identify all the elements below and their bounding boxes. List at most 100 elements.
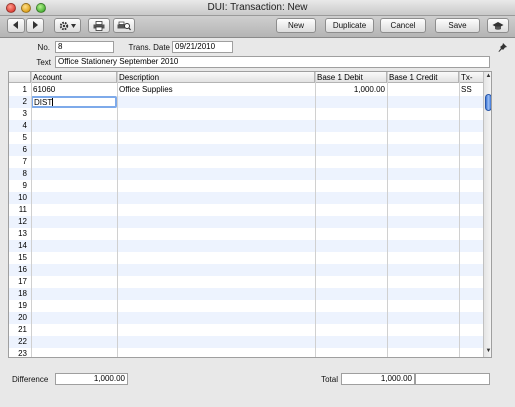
tax-code-cell[interactable] [459,252,483,264]
table-row[interactable]: 13 [9,228,483,240]
description-cell[interactable]: Office Supplies [117,84,315,96]
account-cell[interactable] [31,288,117,300]
debit-cell[interactable] [315,180,387,192]
debit-cell[interactable] [315,300,387,312]
tax-code-cell[interactable] [459,240,483,252]
table-row[interactable]: 1 61060 Office Supplies 1,000.00 SS [9,84,483,96]
debit-cell[interactable] [315,288,387,300]
tax-code-cell[interactable] [459,192,483,204]
credit-cell[interactable] [387,288,459,300]
credit-cell[interactable] [387,312,459,324]
tax-code-cell[interactable] [459,312,483,324]
debit-cell[interactable] [315,132,387,144]
account-cell[interactable] [31,348,117,357]
account-cell[interactable] [31,312,117,324]
table-row[interactable]: 14 [9,240,483,252]
account-cell[interactable] [31,108,117,120]
new-button[interactable]: New [276,18,316,33]
tax-code-cell[interactable] [459,324,483,336]
table-row[interactable]: 10 [9,192,483,204]
pushpin-icon[interactable] [497,42,508,55]
debit-cell[interactable] [315,156,387,168]
account-cell[interactable] [31,156,117,168]
description-cell[interactable] [117,216,315,228]
table-row[interactable]: 23 [9,348,483,357]
duplicate-button[interactable]: Duplicate [325,18,374,33]
column-header-account[interactable]: Account [31,72,117,83]
table-row[interactable]: 11 [9,204,483,216]
trans-date-field[interactable]: 09/21/2010 [172,41,233,53]
description-cell[interactable] [117,252,315,264]
description-cell[interactable] [117,348,315,357]
print-preview-button[interactable] [113,18,135,33]
personal-desktop-button[interactable] [487,18,509,33]
tax-code-cell[interactable] [459,108,483,120]
description-cell[interactable] [117,324,315,336]
previous-record-button[interactable] [7,18,25,33]
account-cell[interactable] [31,324,117,336]
description-cell[interactable] [117,120,315,132]
no-field[interactable]: 8 [55,41,114,53]
description-cell[interactable] [117,312,315,324]
account-cell[interactable]: 61060 [31,84,117,96]
tax-code-cell[interactable] [459,228,483,240]
description-cell[interactable] [117,204,315,216]
account-cell[interactable] [31,180,117,192]
credit-cell[interactable] [387,96,459,108]
tax-code-cell[interactable] [459,264,483,276]
operations-menu-button[interactable] [54,18,81,33]
debit-cell[interactable] [315,216,387,228]
table-row[interactable]: 18 [9,288,483,300]
account-cell[interactable] [31,216,117,228]
credit-cell[interactable] [387,348,459,357]
debit-cell[interactable] [315,276,387,288]
debit-cell[interactable] [315,336,387,348]
description-cell[interactable] [117,144,315,156]
description-cell[interactable] [117,96,315,108]
debit-cell[interactable] [315,228,387,240]
debit-cell[interactable] [315,252,387,264]
credit-cell[interactable] [387,276,459,288]
description-cell[interactable] [117,108,315,120]
column-header-credit[interactable]: Base 1 Credit [387,72,459,83]
table-row[interactable]: 22 [9,336,483,348]
debit-cell[interactable] [315,120,387,132]
debit-cell[interactable] [315,108,387,120]
table-row[interactable]: 4 [9,120,483,132]
account-cell[interactable] [31,252,117,264]
account-cell[interactable] [31,120,117,132]
table-row[interactable]: 16 [9,264,483,276]
credit-cell[interactable] [387,240,459,252]
credit-cell[interactable] [387,204,459,216]
table-row[interactable]: 12 [9,216,483,228]
credit-cell[interactable] [387,300,459,312]
tax-code-cell[interactable] [459,288,483,300]
description-cell[interactable] [117,276,315,288]
tax-code-cell[interactable] [459,96,483,108]
scroll-up-arrow-icon[interactable]: ▲ [484,72,491,81]
description-cell[interactable] [117,264,315,276]
description-cell[interactable] [117,156,315,168]
description-cell[interactable] [117,240,315,252]
account-cell[interactable] [31,144,117,156]
text-field[interactable]: Office Stationery September 2010 [55,56,490,68]
tax-code-cell[interactable] [459,132,483,144]
debit-cell[interactable] [315,348,387,357]
description-cell[interactable] [117,132,315,144]
cancel-button[interactable]: Cancel [380,18,426,33]
tax-code-cell[interactable] [459,120,483,132]
table-row[interactable]: 3 [9,108,483,120]
credit-cell[interactable] [387,144,459,156]
table-row[interactable]: 2 DIST [9,96,483,108]
description-cell[interactable] [117,336,315,348]
description-cell[interactable] [117,180,315,192]
next-record-button[interactable] [26,18,44,33]
account-cell[interactable] [31,168,117,180]
table-row[interactable]: 20 [9,312,483,324]
debit-cell[interactable] [315,204,387,216]
tax-code-cell[interactable] [459,276,483,288]
debit-cell[interactable] [315,168,387,180]
table-row[interactable]: 9 [9,180,483,192]
debit-cell[interactable]: 1,000.00 [315,84,387,96]
table-row[interactable]: 17 [9,276,483,288]
